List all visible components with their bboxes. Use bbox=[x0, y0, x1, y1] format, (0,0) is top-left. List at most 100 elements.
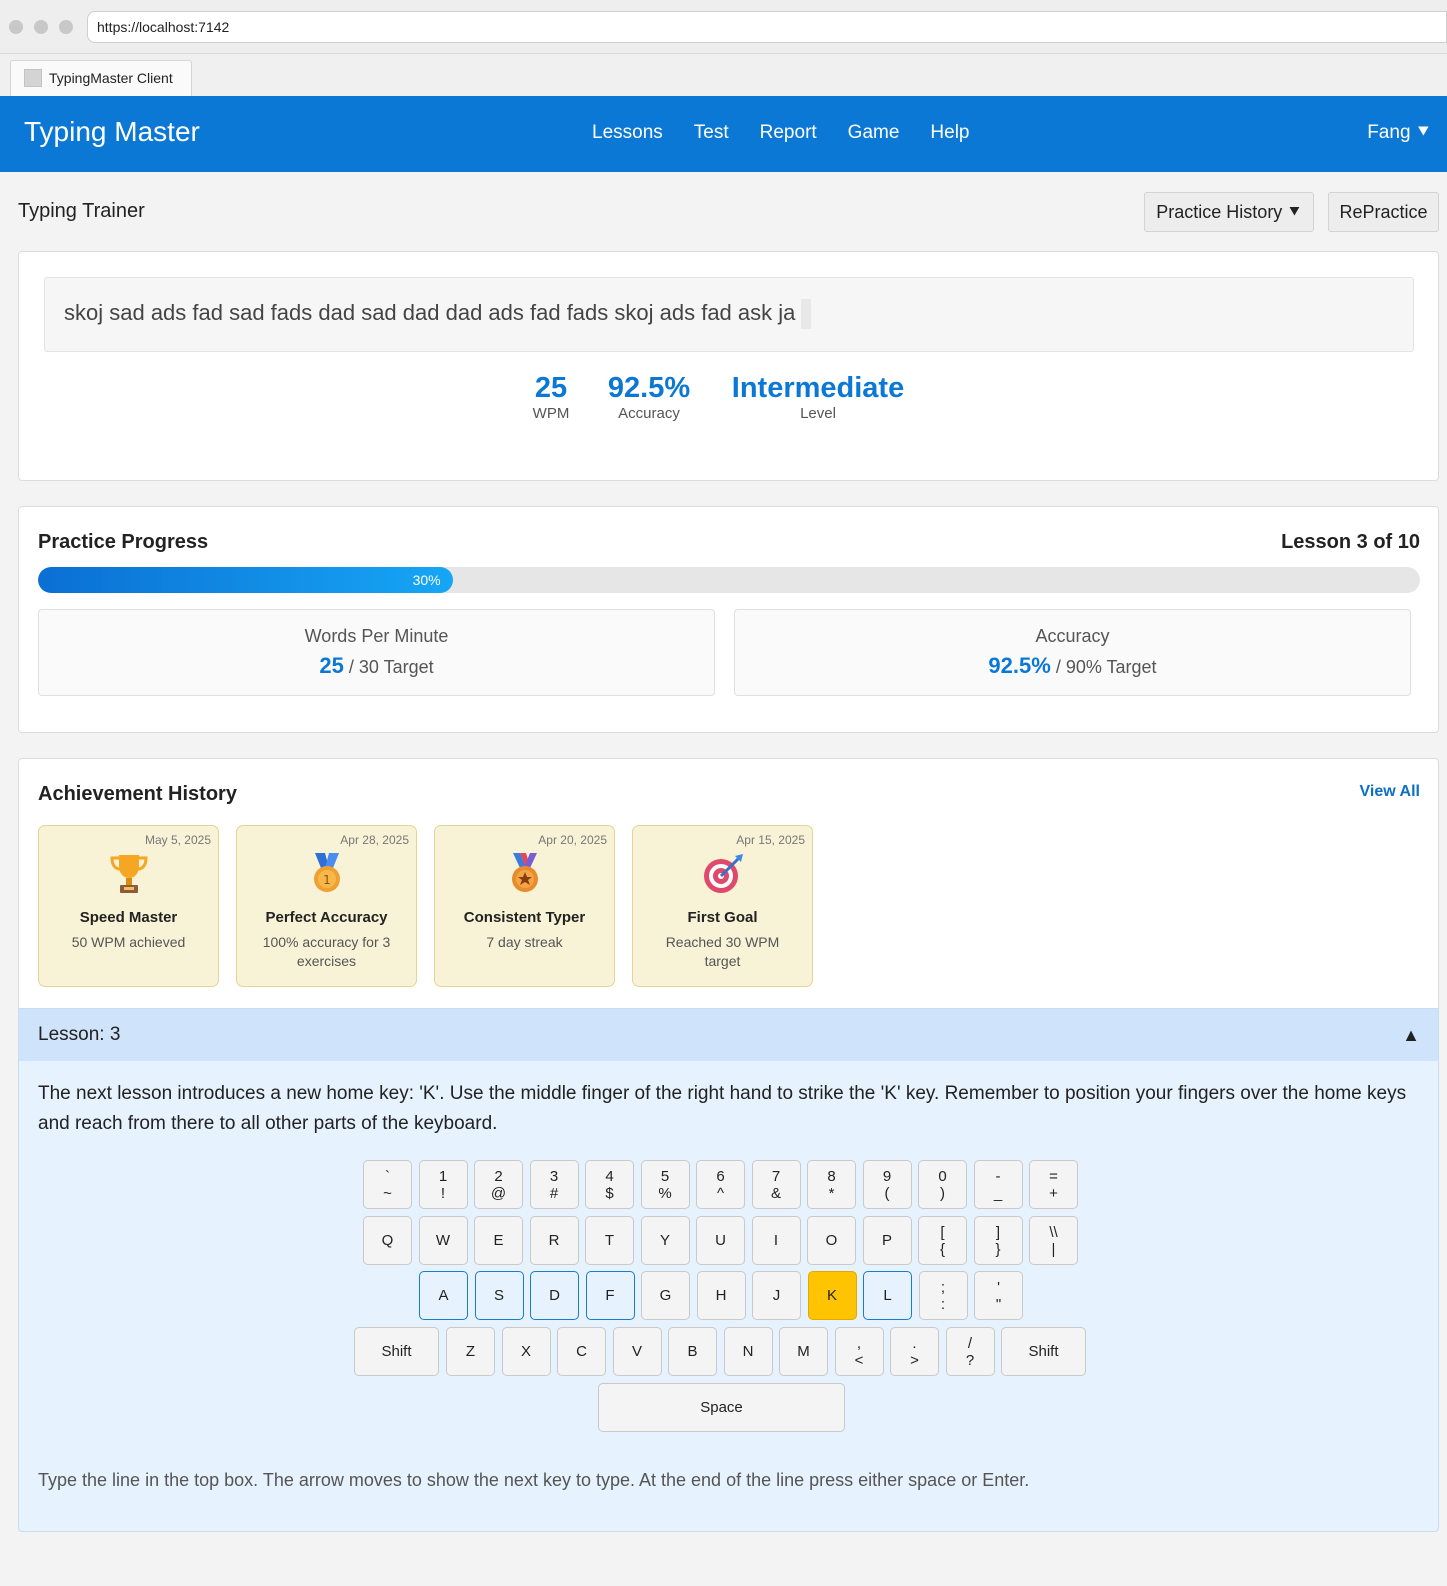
key-=[interactable]: = + bbox=[1029, 1160, 1078, 1209]
key-label: [ bbox=[940, 1223, 945, 1241]
key-w[interactable]: W bbox=[418, 1216, 468, 1265]
key-c[interactable]: C bbox=[557, 1327, 606, 1376]
key-label: X bbox=[520, 1343, 531, 1360]
page-favicon-icon bbox=[24, 69, 42, 87]
key-6[interactable]: 6 ^ bbox=[696, 1160, 745, 1209]
key-label: O bbox=[825, 1232, 838, 1249]
key-shift[interactable]: Shift bbox=[354, 1327, 439, 1376]
key--[interactable]: - _ bbox=[973, 1160, 1023, 1209]
key-5[interactable]: 5% bbox=[640, 1160, 690, 1209]
key-u[interactable]: U bbox=[696, 1216, 745, 1265]
lesson-header-title: Lesson: 3 bbox=[38, 1024, 121, 1045]
key-label: ? bbox=[965, 1351, 975, 1369]
key-l[interactable]: L bbox=[863, 1271, 912, 1320]
key-h[interactable]: H bbox=[696, 1271, 746, 1320]
brand-title[interactable]: Typing Master bbox=[24, 116, 200, 148]
key-4[interactable]: 4 $ bbox=[585, 1160, 634, 1209]
key-\\[interactable]: \\ | bbox=[1029, 1216, 1078, 1265]
nav-test[interactable]: Test bbox=[694, 122, 729, 144]
key-q[interactable]: Q bbox=[363, 1216, 412, 1265]
key-label: 0 bbox=[938, 1167, 947, 1185]
browser-tab[interactable]: TypingMaster Client bbox=[10, 60, 192, 96]
view-all-link[interactable]: View All bbox=[1360, 783, 1420, 801]
address-bar[interactable]: https://localhost:7142 bbox=[87, 11, 1447, 43]
key-label: B bbox=[687, 1343, 698, 1360]
key-3[interactable]: 3 # bbox=[529, 1160, 579, 1209]
key-d[interactable]: D bbox=[530, 1271, 579, 1320]
stat-value: 25 bbox=[534, 372, 568, 404]
key-;[interactable]: ;: bbox=[918, 1271, 968, 1320]
collapse-up-icon[interactable]: ▲ bbox=[1402, 1009, 1420, 1061]
key-.[interactable]: . > bbox=[890, 1327, 939, 1376]
key-m[interactable]: M bbox=[779, 1327, 828, 1376]
key-'[interactable]: ' " bbox=[974, 1271, 1023, 1320]
key-y[interactable]: Y bbox=[640, 1216, 690, 1265]
key-label: 3 bbox=[549, 1167, 559, 1185]
key-a[interactable]: A bbox=[419, 1271, 468, 1320]
practice-history-button[interactable]: Practice History ⯆ bbox=[1144, 192, 1314, 232]
nav-report[interactable]: Report bbox=[760, 122, 817, 144]
key-p[interactable]: P bbox=[862, 1216, 912, 1265]
key-g[interactable]: G bbox=[641, 1271, 690, 1320]
key-label: 2 bbox=[494, 1167, 503, 1185]
key-label: + bbox=[1049, 1184, 1058, 1202]
key-space[interactable]: Space bbox=[598, 1383, 845, 1432]
key-i[interactable]: I bbox=[751, 1216, 801, 1265]
key-label: ( bbox=[884, 1184, 890, 1202]
key-label: Z bbox=[465, 1343, 476, 1360]
svg-text:1: 1 bbox=[323, 873, 331, 887]
key-k[interactable]: K bbox=[807, 1271, 857, 1320]
medal-icon: 1 bbox=[314, 853, 340, 892]
nav-game[interactable]: Game bbox=[848, 122, 900, 144]
repractice-button[interactable]: RePractice bbox=[1328, 192, 1439, 232]
stat-label: WPM bbox=[532, 405, 570, 422]
metric-title: Words Per Minute bbox=[304, 626, 449, 646]
stat-wpm: 25 WPM bbox=[525, 372, 577, 422]
key-8[interactable]: 8 * bbox=[807, 1160, 856, 1209]
key-s[interactable]: S bbox=[474, 1271, 524, 1320]
key-j[interactable]: J bbox=[752, 1271, 801, 1320]
key-0[interactable]: 0) bbox=[918, 1160, 967, 1209]
window-minimize-icon[interactable] bbox=[34, 20, 48, 34]
key-x[interactable]: X bbox=[501, 1327, 551, 1376]
key-e[interactable]: E bbox=[474, 1216, 523, 1265]
achievement-badge[interactable]: Apr 28, 2025 1 Perfect Accuracy 100% acc… bbox=[236, 825, 417, 987]
achievement-badge[interactable]: May 5, 2025 Speed Master 50 WPM achieved bbox=[38, 825, 219, 987]
key-t[interactable]: T bbox=[585, 1216, 634, 1265]
key-f[interactable]: F bbox=[585, 1271, 635, 1320]
key-/[interactable]: /? bbox=[945, 1327, 995, 1376]
key-`[interactable]: ` ~ bbox=[363, 1160, 412, 1209]
typing-text-box[interactable]: skoj sad ads fad sad fads dad sad dad da… bbox=[44, 277, 1414, 352]
key-label: # bbox=[549, 1184, 559, 1202]
key-2[interactable]: 2 @ bbox=[474, 1160, 523, 1209]
lesson-hint: Type the line in the top box. The arrow … bbox=[38, 1470, 1030, 1490]
achievement-badge[interactable]: Apr 15, 2025 First Goal Reached 30 WPM t… bbox=[632, 825, 813, 987]
key-9[interactable]: 9( bbox=[862, 1160, 912, 1209]
key-,[interactable]: , < bbox=[834, 1327, 884, 1376]
key-v[interactable]: V bbox=[612, 1327, 662, 1376]
key-o[interactable]: O bbox=[807, 1216, 856, 1265]
key-r[interactable]: R bbox=[529, 1216, 579, 1265]
key-shift[interactable]: Shift bbox=[1001, 1327, 1086, 1376]
key-7[interactable]: 7 & bbox=[751, 1160, 801, 1209]
key-n[interactable]: N bbox=[723, 1327, 773, 1376]
key-label: = bbox=[1049, 1167, 1058, 1185]
key-1[interactable]: 1! bbox=[418, 1160, 468, 1209]
key-z[interactable]: Z bbox=[446, 1327, 495, 1376]
key-label: ] bbox=[995, 1223, 1001, 1241]
key-label: 1 bbox=[438, 1167, 448, 1185]
practice-progress-title: Practice Progress bbox=[38, 531, 209, 553]
key-][interactable]: ]} bbox=[973, 1216, 1023, 1265]
stat-level: Intermediate Level bbox=[725, 372, 911, 422]
key-b[interactable]: B bbox=[668, 1327, 717, 1376]
nav-lessons[interactable]: Lessons bbox=[592, 122, 663, 144]
achievement-badge[interactable]: Apr 20, 2025 Consistent Typer 7 day stre… bbox=[434, 825, 615, 987]
window-close-icon[interactable] bbox=[9, 20, 23, 34]
lesson-header[interactable]: Lesson: 3 ▲ bbox=[19, 1009, 1438, 1061]
nav-help[interactable]: Help bbox=[930, 122, 969, 144]
user-menu[interactable]: Fang ⯆ bbox=[1367, 122, 1431, 144]
window-maximize-icon[interactable] bbox=[59, 20, 73, 34]
key-label: 7 bbox=[771, 1167, 781, 1185]
lesson-description: The next lesson introduces a new home ke… bbox=[38, 1083, 1407, 1134]
key-[[interactable]: [{ bbox=[918, 1216, 967, 1265]
